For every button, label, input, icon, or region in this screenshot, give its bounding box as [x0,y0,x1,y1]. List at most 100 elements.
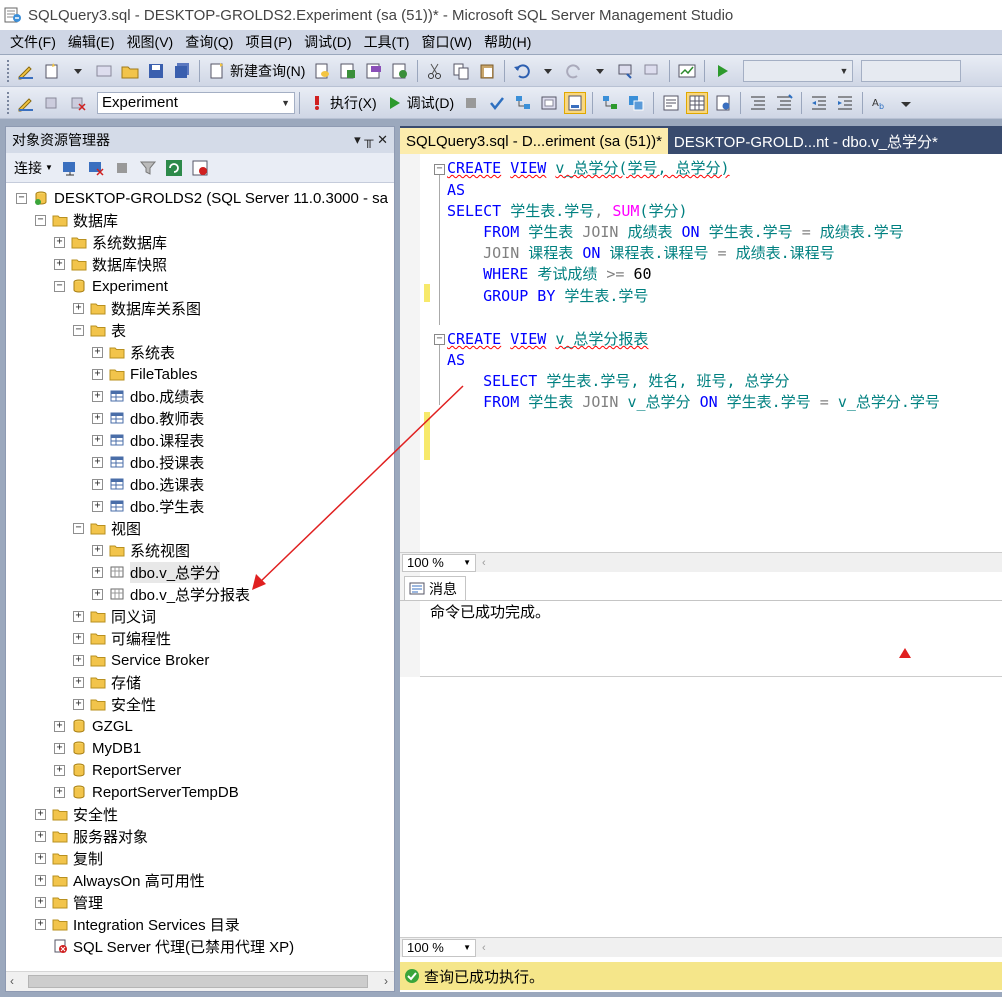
tree-node[interactable]: + 系统表 [92,341,175,363]
cancel-query-icon[interactable] [460,92,482,114]
tree-node[interactable]: − Experiment [54,275,168,297]
parse-icon[interactable] [486,92,508,114]
toolbar-overflow-icon[interactable] [895,92,917,114]
tab-view-designer[interactable]: DESKTOP-GROLD...nt - dbo.v_总学分* [668,128,944,154]
expand-icon[interactable]: + [73,698,84,710]
tree-node[interactable]: SQL Server 代理(已禁用代理 XP) [35,935,294,957]
scroll-left-icon[interactable]: ‹ [10,974,14,988]
tree-node[interactable]: + dbo.选课表 [92,473,204,495]
execute-button[interactable]: 执行(X) [308,93,377,113]
scrollbar-thumb[interactable] [28,975,368,988]
tree-node[interactable]: + dbo.v_总学分报表 [92,583,250,605]
tree-node[interactable]: + 可编程性 [73,627,171,649]
menu-edit[interactable]: 编辑(E) [62,32,121,52]
toolbar-grip[interactable] [7,91,10,114]
start-debugging-icon[interactable] [711,60,733,82]
expand-icon[interactable]: + [92,368,103,380]
tree-node[interactable]: + 数据库快照 [54,253,167,275]
tree-node[interactable]: + 管理 [35,891,103,913]
filter-icon[interactable] [137,157,159,179]
menu-view[interactable]: 视图(V) [121,32,180,52]
tree-node[interactable]: + 复制 [35,847,103,869]
results-to-grid-icon[interactable] [686,91,709,114]
tree-node[interactable]: + 安全性 [73,693,156,715]
available-databases-dropdown[interactable]: Experiment ▼ [97,91,295,114]
navigate-backward-icon[interactable] [615,60,637,82]
tree-node[interactable]: + ReportServerTempDB [54,781,239,803]
tree-node[interactable]: + Service Broker [73,649,209,671]
connect-object-explorer-icon[interactable] [59,157,81,179]
tree-node[interactable]: + 服务器对象 [35,825,148,847]
increase-indent-icon[interactable] [834,92,856,114]
include-actual-plan-icon[interactable] [599,92,621,114]
change-connection-icon[interactable] [41,92,63,114]
menu-help[interactable]: 帮助(H) [478,32,537,52]
expand-icon[interactable]: + [54,786,65,798]
dropdown-arrow-icon[interactable] [67,60,89,82]
edit-query-icon[interactable] [15,60,37,82]
expand-icon[interactable]: + [35,918,46,930]
cut-icon[interactable] [424,60,446,82]
new-query-button[interactable]: 新建查询(N) [208,61,305,81]
expand-icon[interactable]: + [35,874,46,886]
database-engine-query-icon[interactable] [311,60,333,82]
expand-icon[interactable]: + [54,236,65,248]
save-all-icon[interactable] [171,60,193,82]
tree-node[interactable]: + 同义词 [73,605,156,627]
tree-node[interactable]: + dbo.v_总学分 [92,561,221,583]
expand-icon[interactable]: + [73,654,84,666]
expand-icon[interactable]: + [73,610,84,622]
dmx-query-icon[interactable] [363,60,385,82]
tree-node[interactable]: + dbo.教师表 [92,407,204,429]
tree-node[interactable]: + 数据库关系图 [73,297,201,319]
collapse-icon[interactable]: − [54,280,65,292]
expand-icon[interactable]: + [92,346,103,358]
new-project-icon[interactable] [41,60,63,82]
expand-icon[interactable]: + [54,720,65,732]
expand-icon[interactable]: + [92,544,103,556]
menu-file[interactable]: 文件(F) [4,32,62,52]
tree-node[interactable]: + AlwaysOn 高可用性 [35,869,205,891]
collapse-block-icon[interactable]: − [434,334,445,345]
expand-icon[interactable]: + [35,830,46,842]
undo-dropdown-icon[interactable] [537,60,559,82]
results-to-text-icon[interactable] [660,92,682,114]
collapse-block-icon[interactable]: − [434,164,445,175]
tree-node[interactable]: + dbo.课程表 [92,429,204,451]
save-icon[interactable] [145,60,167,82]
copy-icon[interactable] [450,60,472,82]
scroll-right-icon[interactable]: › [384,974,388,988]
redo-icon[interactable] [563,60,585,82]
expand-icon[interactable]: + [73,302,84,314]
disconnect-icon[interactable] [67,92,89,114]
debug-button[interactable]: 调试(D) [385,93,454,113]
tree-node[interactable]: + 系统视图 [92,539,190,561]
expand-icon[interactable]: + [92,434,103,446]
tree-node[interactable]: + dbo.学生表 [92,495,204,517]
results-to-file-icon[interactable] [712,92,734,114]
menu-project[interactable]: 项目(P) [239,32,298,52]
expand-icon[interactable]: + [54,742,65,754]
menu-debug[interactable]: 调试(D) [298,32,357,52]
collapse-icon[interactable]: − [73,522,84,534]
expand-icon[interactable]: + [92,456,103,468]
query-designer-icon[interactable] [538,92,560,114]
expand-icon[interactable]: + [35,852,46,864]
tree-node[interactable]: + dbo.成绩表 [92,385,204,407]
disconnect-object-explorer-icon[interactable] [85,157,107,179]
connect-icon[interactable] [15,92,37,114]
tree-node[interactable]: − 表 [73,319,126,341]
tree-node[interactable]: + GZGL [54,715,133,737]
expand-icon[interactable]: + [92,390,103,402]
specify-template-values-icon[interactable]: Ab [869,92,891,114]
activity-monitor-icon[interactable] [189,157,211,179]
menu-tools[interactable]: 工具(T) [358,32,416,52]
connect-button[interactable]: 连接 ▼ [14,158,53,178]
tab-messages[interactable]: 消息 [404,576,466,600]
xmla-query-icon[interactable] [389,60,411,82]
tree-node[interactable]: + FileTables [92,363,198,385]
tree-node[interactable]: + 安全性 [35,803,118,825]
expand-icon[interactable]: + [92,478,103,490]
tree-node[interactable]: + 存储 [73,671,141,693]
scroll-left-icon[interactable]: ‹ [482,942,486,954]
